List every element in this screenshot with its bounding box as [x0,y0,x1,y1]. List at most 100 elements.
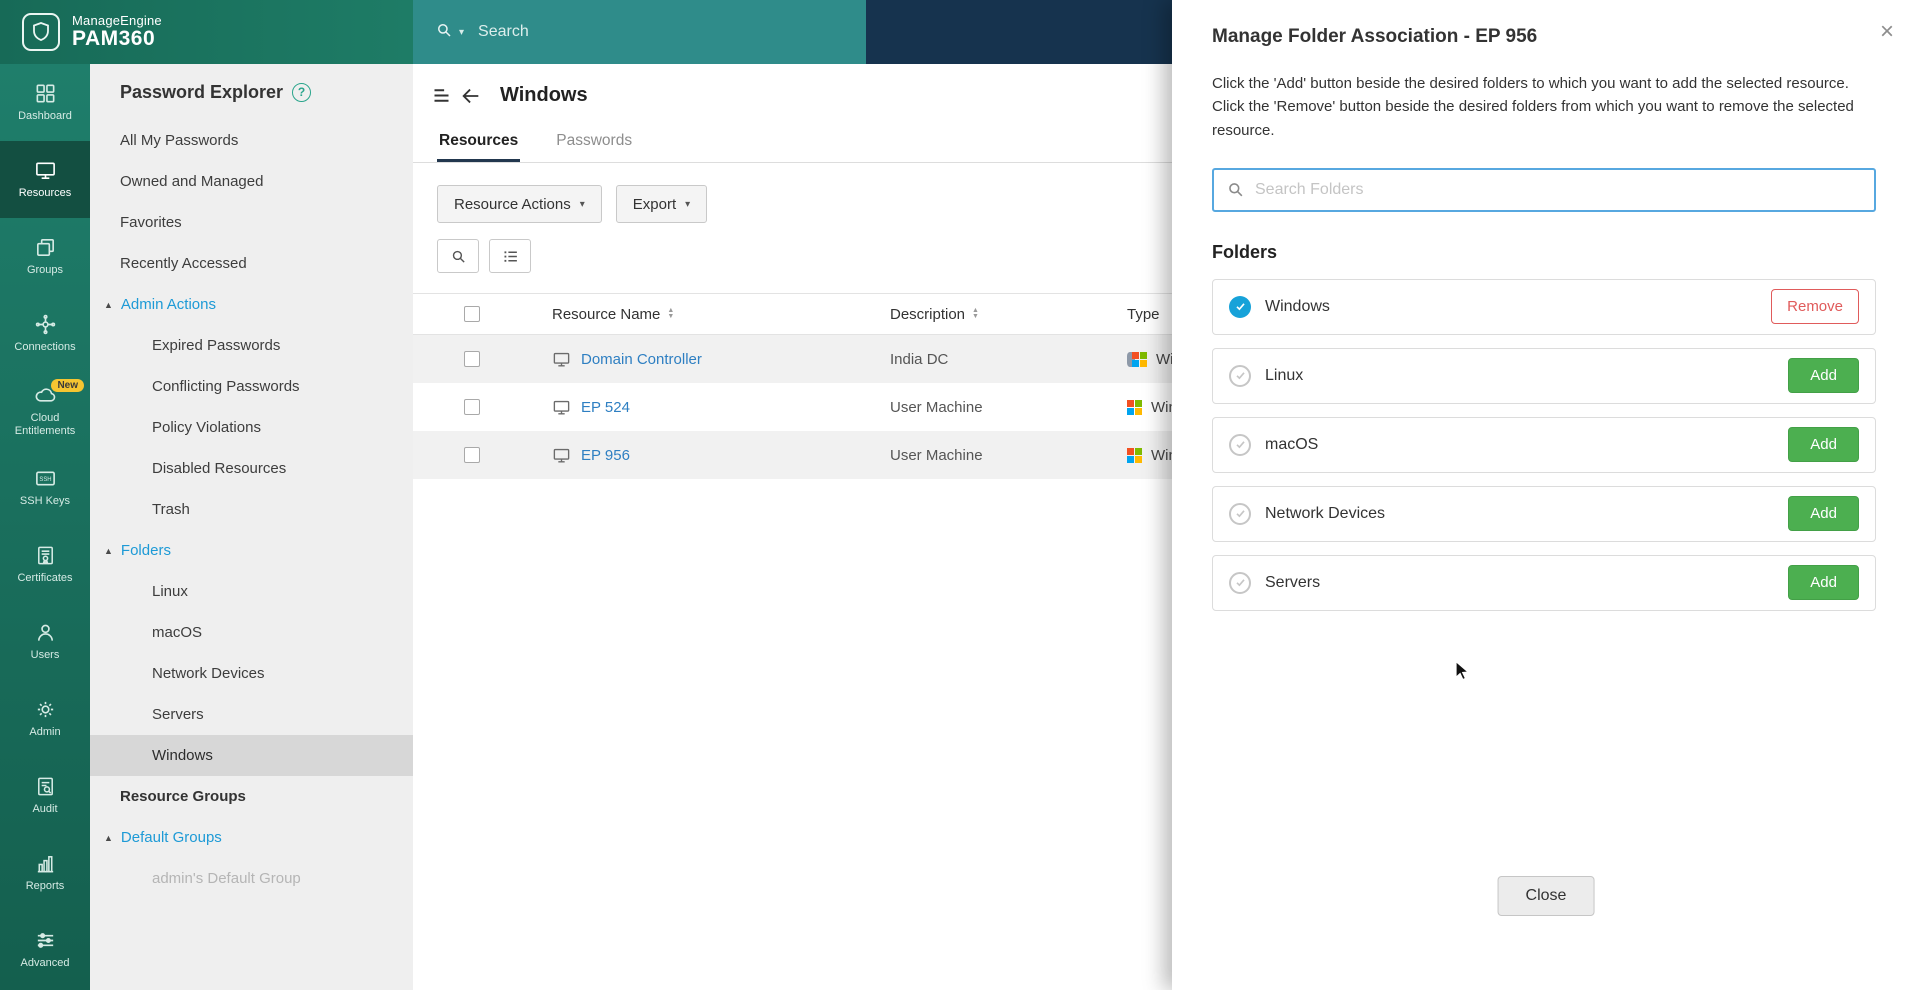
rail-label: Groups [27,264,63,277]
sidebar-item-resource-groups[interactable]: Resource Groups [90,776,413,817]
rail-label: Certificates [17,572,72,585]
rail-item-dashboard[interactable]: Dashboard [0,64,90,141]
modal-description: Click the 'Add' button beside the desire… [1212,72,1862,142]
rail-label: Advanced [21,957,70,970]
search-scope-caret-icon[interactable]: ▾ [459,27,464,38]
tab-passwords[interactable]: Passwords [554,121,634,162]
add-button[interactable]: Add [1788,565,1859,600]
folders-section-title: Folders [1212,242,1876,263]
rail-item-admin[interactable]: Admin [0,680,90,757]
sidebar-item-linux[interactable]: Linux [90,571,413,612]
row-checkbox[interactable] [464,351,480,367]
folder-search-input[interactable] [1255,181,1862,199]
close-icon[interactable]: × [1880,20,1894,44]
monitor-icon [552,398,571,417]
tab-resources[interactable]: Resources [437,121,520,162]
rail-item-certificates[interactable]: Certificates [0,526,90,603]
sidebar-item-trash[interactable]: Trash [90,489,413,530]
sidebar-item-conflicting-passwords[interactable]: Conflicting Passwords [90,366,413,407]
reports-icon [34,852,57,875]
help-circle-icon[interactable]: ? [292,83,311,102]
sidebar-item-disabled-resources[interactable]: Disabled Resources [90,448,413,489]
search-icon [1226,180,1245,199]
manage-folder-association-modal: × Manage Folder Association - EP 956 Cli… [1172,0,1920,990]
sidebar-item-network-devices[interactable]: Network Devices [90,653,413,694]
row-checkbox[interactable] [464,399,480,415]
unassociated-check-icon [1229,434,1251,456]
column-header-resource-name[interactable]: Resource Name ▲▼ [552,306,674,323]
sidebar-item-all-my-passwords[interactable]: All My Passwords [90,120,413,161]
connections-icon [34,313,57,336]
expand-triangle-icon: ▲ [104,285,113,326]
page-title: Windows [500,84,588,107]
rail-label: Cloud Entitlements [3,412,87,437]
unassociated-check-icon [1229,365,1251,387]
windows-server-icon [1127,352,1147,367]
chevron-down-icon: ▾ [685,199,690,210]
folder-name: macOS [1265,436,1318,454]
expand-triangle-icon: ▲ [104,818,113,859]
sidebar-section-default-groups[interactable]: ▲Default Groups [90,817,413,858]
list-view-button[interactable] [489,239,531,273]
resource-link[interactable]: EP 956 [581,447,630,464]
folder-name: Linux [1265,367,1303,385]
close-button[interactable]: Close [1498,876,1595,916]
export-button[interactable]: Export ▾ [616,185,707,223]
list-view-icon [502,248,519,265]
add-button[interactable]: Add [1788,358,1859,393]
collapse-menu-icon[interactable] [431,85,452,106]
resource-link[interactable]: Domain Controller [581,351,702,368]
sidebar-section-admin-actions[interactable]: ▲Admin Actions [90,284,413,325]
sidebar-item-windows[interactable]: Windows [90,735,413,776]
rail-item-audit[interactable]: Audit [0,757,90,834]
folder-row-linux: Linux Add [1212,348,1876,404]
rail-item-connections[interactable]: Connections [0,295,90,372]
add-button[interactable]: Add [1788,496,1859,531]
global-search-bar: ▾ [413,0,866,64]
global-search-input[interactable] [478,23,778,41]
folder-row-servers: Servers Add [1212,555,1876,611]
sidebar-item-policy-violations[interactable]: Policy Violations [90,407,413,448]
rail-item-ssh-keys[interactable]: SSH SSH Keys [0,449,90,526]
sort-icon[interactable]: ▲▼ [972,308,979,320]
rail-item-users[interactable]: Users [0,603,90,680]
sort-icon[interactable]: ▲▼ [667,308,674,320]
sidebar-item-owned-and-managed[interactable]: Owned and Managed [90,161,413,202]
pam360-shield-icon [22,13,60,51]
sidebar-item-admins-default-group[interactable]: admin's Default Group [90,858,413,899]
select-all-checkbox[interactable] [464,306,480,322]
sidebar-title: Password Explorer [120,82,283,103]
resource-link[interactable]: EP 524 [581,399,630,416]
resource-actions-button[interactable]: Resource Actions ▾ [437,185,602,223]
rail-item-reports[interactable]: Reports [0,834,90,911]
sidebar-item-favorites[interactable]: Favorites [90,202,413,243]
unassociated-check-icon [1229,503,1251,525]
resource-description: India DC [890,351,1127,368]
folder-row-network-devices: Network Devices Add [1212,486,1876,542]
sidebar-item-expired-passwords[interactable]: Expired Passwords [90,325,413,366]
password-explorer-sidebar: Password Explorer ? All My Passwords Own… [90,64,413,990]
users-icon [34,621,57,644]
sidebar-item-servers[interactable]: Servers [90,694,413,735]
associated-check-icon [1229,296,1251,318]
table-search-button[interactable] [437,239,479,273]
audit-icon [34,775,57,798]
sidebar-section-folders[interactable]: ▲Folders [90,530,413,571]
brand-line1: ManageEngine [72,14,162,28]
sidebar-item-recently-accessed[interactable]: Recently Accessed [90,243,413,284]
rail-item-advanced[interactable]: Advanced [0,911,90,988]
back-arrow-icon[interactable] [460,85,482,107]
row-checkbox[interactable] [464,447,480,463]
remove-button[interactable]: Remove [1771,289,1859,324]
rail-label: Resources [19,187,72,200]
sidebar-item-macos[interactable]: macOS [90,612,413,653]
rail-item-cloud-entitlements[interactable]: New Cloud Entitlements [0,372,90,449]
unassociated-check-icon [1229,572,1251,594]
new-badge: New [51,379,84,392]
rail-item-resources[interactable]: Resources [0,141,90,218]
column-header-description[interactable]: Description ▲▼ [890,306,1127,323]
add-button[interactable]: Add [1788,427,1859,462]
rail-item-groups[interactable]: Groups [0,218,90,295]
search-icon [435,21,453,44]
groups-icon [34,236,57,259]
